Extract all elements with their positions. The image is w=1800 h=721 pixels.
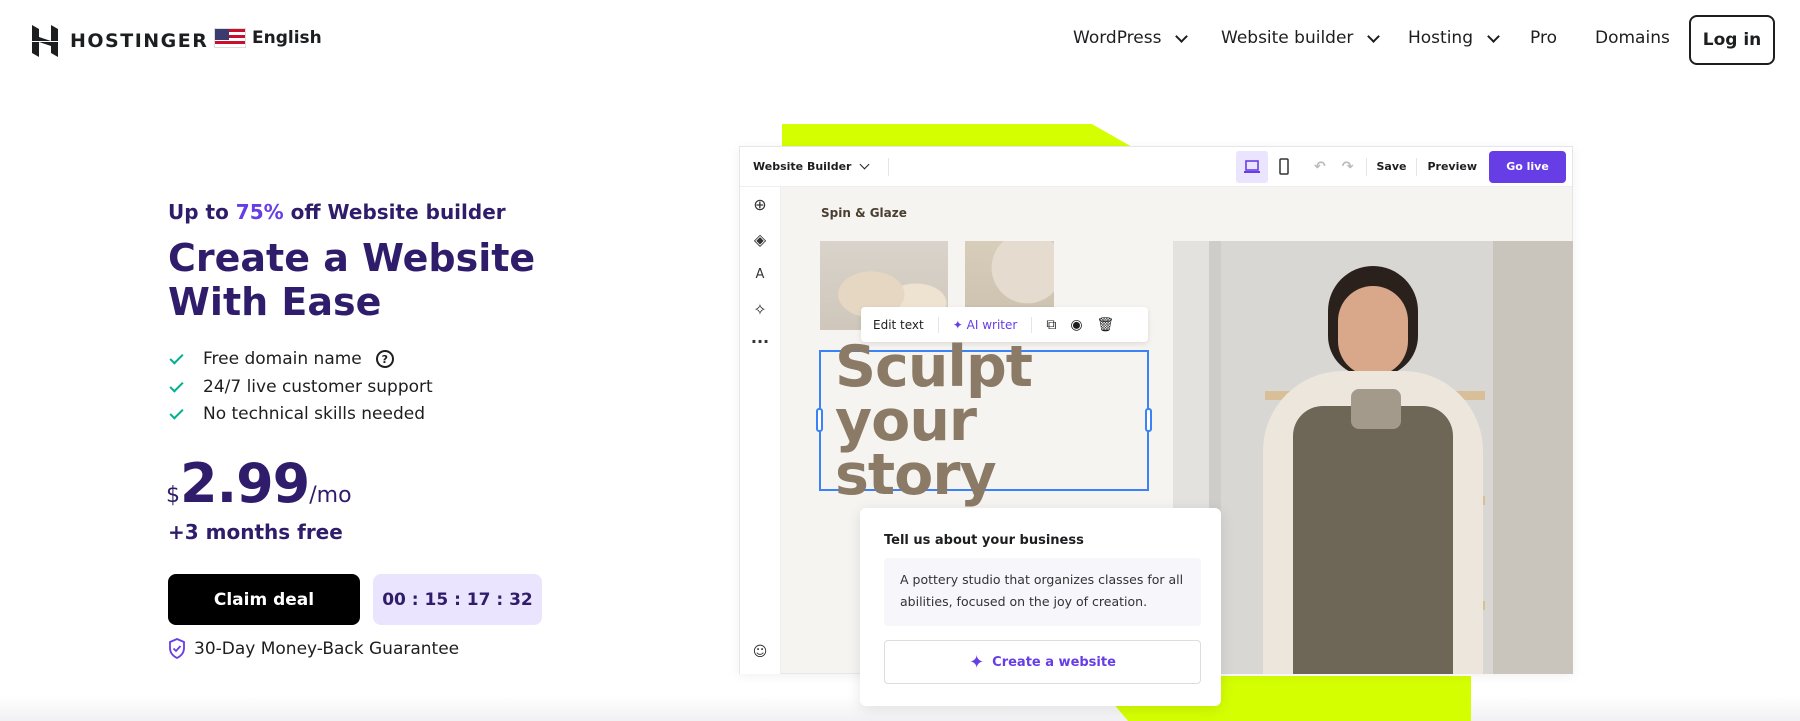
- divider: [1031, 316, 1033, 333]
- chevron-down-icon: [1175, 29, 1189, 43]
- builder-sidebar: ⊕ ◈ A ✧ ··· ☺: [740, 187, 781, 674]
- price: $2.99/mo: [166, 452, 352, 515]
- nav-label: Domains: [1595, 28, 1670, 48]
- add-element-icon[interactable]: ⊕: [750, 195, 770, 215]
- site-name: Spin & Glaze: [821, 206, 907, 220]
- price-period: /mo: [309, 483, 352, 508]
- check-icon: [169, 404, 184, 420]
- price-amount: 2.99: [180, 452, 310, 515]
- brand-name: HOSTINGER: [70, 30, 209, 52]
- guarantee: 30-Day Money-Back Guarantee: [168, 638, 459, 659]
- nav-label: Website builder: [1221, 28, 1354, 48]
- feature-item: 24/7 live customer support: [168, 377, 433, 397]
- page-title: Create a Website With Ease: [168, 236, 536, 324]
- business-description-input[interactable]: A pottery studio that organizes classes …: [884, 558, 1201, 626]
- potter-photo: [1173, 241, 1573, 674]
- card-title: Tell us about your business: [884, 533, 1084, 548]
- hostinger-logo-icon: [32, 25, 58, 57]
- nav-website-builder[interactable]: Website builder: [1221, 28, 1381, 48]
- chevron-down-icon: [860, 159, 870, 170]
- undo-icon[interactable]: ↶: [1314, 159, 1326, 175]
- claim-deal-button[interactable]: Claim deal: [168, 574, 360, 625]
- builder-toolbar: Website Builder ↶ ↷ Save Preview Go live: [740, 147, 1572, 187]
- headline-line: Sculpt: [835, 333, 1033, 400]
- shield-check-icon: [169, 638, 185, 659]
- headline-line: your story: [835, 387, 997, 508]
- promo-discount: 75%: [235, 200, 284, 224]
- builder-dropdown[interactable]: Website Builder: [753, 160, 851, 173]
- hostinger-logo[interactable]: HOSTINGER: [32, 25, 208, 57]
- sparkle-icon: ✦: [952, 317, 963, 332]
- trash-icon[interactable]: 🗑: [1097, 317, 1115, 333]
- resize-handle[interactable]: [816, 408, 823, 432]
- divider: [1416, 157, 1418, 176]
- countdown-timer: 00 : 15 : 17 : 32: [373, 574, 542, 625]
- layers-icon[interactable]: ◈: [750, 230, 770, 250]
- preview-button[interactable]: Preview: [1427, 160, 1477, 173]
- feature-label: 24/7 live customer support: [203, 377, 433, 397]
- duplicate-icon[interactable]: ⧉: [1046, 317, 1056, 333]
- feature-label: No technical skills needed: [203, 404, 426, 424]
- redo-icon[interactable]: ↷: [1342, 159, 1354, 175]
- login-button[interactable]: Log in: [1689, 15, 1775, 65]
- mobile-icon: [1279, 158, 1289, 175]
- ai-writer-label: AI writer: [966, 317, 1018, 332]
- save-button[interactable]: Save: [1377, 160, 1407, 173]
- more-icon[interactable]: ···: [750, 332, 770, 352]
- language-label: English: [252, 28, 322, 48]
- go-live-button[interactable]: Go live: [1489, 150, 1566, 183]
- mobile-view-button[interactable]: [1268, 151, 1300, 183]
- visibility-icon[interactable]: ◉: [1070, 317, 1082, 333]
- laptop-icon: [1244, 159, 1261, 173]
- bonus-text: +3 months free: [168, 520, 343, 544]
- resize-handle[interactable]: [1145, 408, 1152, 432]
- language-selector[interactable]: English: [214, 28, 322, 48]
- feature-item: No technical skills needed: [168, 404, 425, 424]
- check-icon: [169, 377, 184, 393]
- chevron-down-icon: [1367, 29, 1381, 43]
- divider: [1365, 157, 1367, 176]
- promo-text: Up to 75% off Website builder: [168, 200, 506, 224]
- feature-label: Free domain name: [203, 349, 362, 369]
- nav-label: Pro: [1530, 28, 1557, 48]
- help-chat-icon[interactable]: ☺: [750, 642, 770, 662]
- divider: [888, 157, 890, 176]
- edit-text-button[interactable]: Edit text: [873, 318, 924, 332]
- nav-label: Hosting: [1408, 28, 1473, 48]
- create-website-label: Create a website: [992, 654, 1116, 670]
- create-website-button[interactable]: ✦ Create a website: [884, 640, 1201, 684]
- nav-pro[interactable]: Pro: [1530, 28, 1557, 48]
- feature-item: Free domain name?: [168, 349, 394, 369]
- help-icon[interactable]: ?: [375, 350, 394, 368]
- decor-shape: [782, 124, 1134, 148]
- nav-hosting[interactable]: Hosting: [1408, 28, 1500, 48]
- us-flag-icon: [214, 28, 246, 48]
- sparkle-icon: ✦: [969, 651, 985, 673]
- promo-prefix: Up to: [168, 200, 229, 224]
- chevron-down-icon: [1487, 29, 1500, 43]
- styles-icon[interactable]: A: [750, 265, 770, 285]
- guarantee-label: 30-Day Money-Back Guarantee: [194, 638, 460, 659]
- nav-wordpress[interactable]: WordPress: [1073, 28, 1189, 48]
- check-icon: [169, 349, 184, 365]
- nav-domains[interactable]: Domains: [1595, 28, 1670, 48]
- ai-prompt-card: Tell us about your business A pottery st…: [860, 508, 1221, 706]
- ai-sparkle-icon[interactable]: ✧: [750, 300, 770, 320]
- price-currency: $: [166, 483, 180, 508]
- desktop-view-button[interactable]: [1236, 150, 1269, 183]
- promo-suffix: off Website builder: [290, 200, 506, 224]
- ai-writer-button[interactable]: ✦ AI writer: [953, 318, 1018, 332]
- divider: [937, 316, 939, 333]
- nav-label: WordPress: [1073, 28, 1162, 48]
- selected-text-block[interactable]: Sculpt your story: [816, 338, 1152, 503]
